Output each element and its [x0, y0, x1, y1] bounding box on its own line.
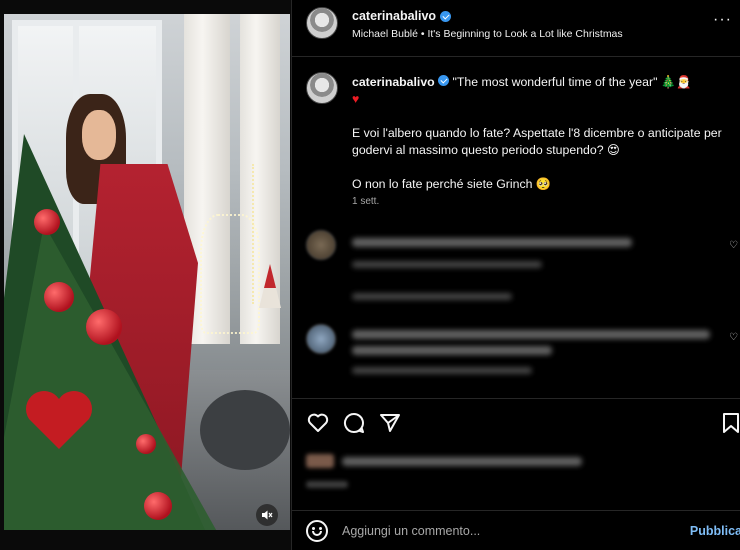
view-replies-link[interactable]	[352, 293, 512, 300]
author-username[interactable]: caterinabalivo	[352, 9, 436, 23]
send-icon	[380, 414, 400, 432]
bookmark-icon	[723, 413, 739, 433]
comment-button[interactable]	[342, 412, 366, 434]
ornament	[144, 492, 172, 520]
blurred-post-date	[306, 481, 348, 488]
post-caption: caterinabalivo "The most wonderful time …	[352, 74, 722, 210]
mute-button[interactable]	[256, 504, 278, 526]
share-button[interactable]	[378, 412, 402, 434]
verified-badge-icon	[438, 75, 450, 86]
save-button[interactable]	[719, 412, 740, 434]
speaker-muted-icon	[262, 510, 273, 520]
commenter-avatar[interactable]	[306, 230, 336, 260]
ornament	[34, 209, 60, 235]
author-row: caterinabalivo	[352, 9, 452, 23]
more-options-button[interactable]: ···	[713, 11, 732, 29]
publish-button[interactable]: Pubblica	[690, 524, 740, 538]
avatar[interactable]	[306, 7, 338, 39]
person-face	[82, 110, 116, 160]
caption-timestamp[interactable]: 1 sett.	[352, 196, 379, 207]
comment-like-icon[interactable]: ♡	[729, 332, 738, 343]
post-header: caterinabalivo Michael Bublé • It's Begi…	[292, 0, 740, 57]
avatar[interactable]	[306, 72, 338, 104]
video-frame[interactable]	[4, 14, 290, 530]
caption-paragraph-3: O non lo fate perché siete Grinch 🥺	[352, 177, 552, 191]
commenter-avatar[interactable]	[306, 324, 336, 354]
heart-emoji: ♥	[352, 92, 360, 106]
emoji-picker-icon[interactable]	[306, 520, 328, 542]
comment-item: ♡	[292, 324, 740, 384]
post-media[interactable]	[0, 0, 292, 550]
caption-line-1: "The most wonderful time of the year" 🎄🎅	[452, 75, 692, 89]
blurred-comment-meta	[352, 261, 542, 268]
blurred-comment-text	[352, 346, 552, 355]
post-details-panel: caterinabalivo Michael Bublé • It's Begi…	[292, 0, 740, 550]
reindeer-light-decoration	[200, 214, 260, 334]
post-actions	[292, 398, 740, 506]
comment-bubble-icon	[344, 413, 364, 433]
ornament	[136, 434, 156, 454]
like-button[interactable]	[306, 412, 330, 434]
add-comment-bar: Pubblica	[292, 510, 740, 550]
blurred-comment-meta	[352, 367, 532, 374]
verified-badge-icon	[440, 10, 452, 22]
audio-track-link[interactable]: Michael Bublé • It's Beginning to Look a…	[352, 28, 623, 40]
comment-like-icon[interactable]: ♡	[729, 240, 738, 251]
caption-paragraph-2: E voi l'albero quando lo fate? Aspettate…	[352, 126, 722, 157]
heart-outline-icon	[307, 413, 329, 432]
blurred-comment-text	[352, 238, 632, 247]
comments-scroll-area[interactable]: caterinabalivo "The most wonderful time …	[292, 58, 740, 398]
caption-username[interactable]: caterinabalivo	[352, 75, 435, 89]
comment-item: ♡	[292, 230, 740, 290]
liked-by-avatars[interactable]	[306, 454, 334, 468]
comment-input[interactable]	[342, 521, 662, 541]
ornament	[86, 309, 122, 345]
blurred-comment-text	[352, 330, 710, 339]
ornament	[44, 282, 74, 312]
rug	[200, 390, 290, 470]
blurred-likes-text[interactable]	[342, 457, 582, 466]
